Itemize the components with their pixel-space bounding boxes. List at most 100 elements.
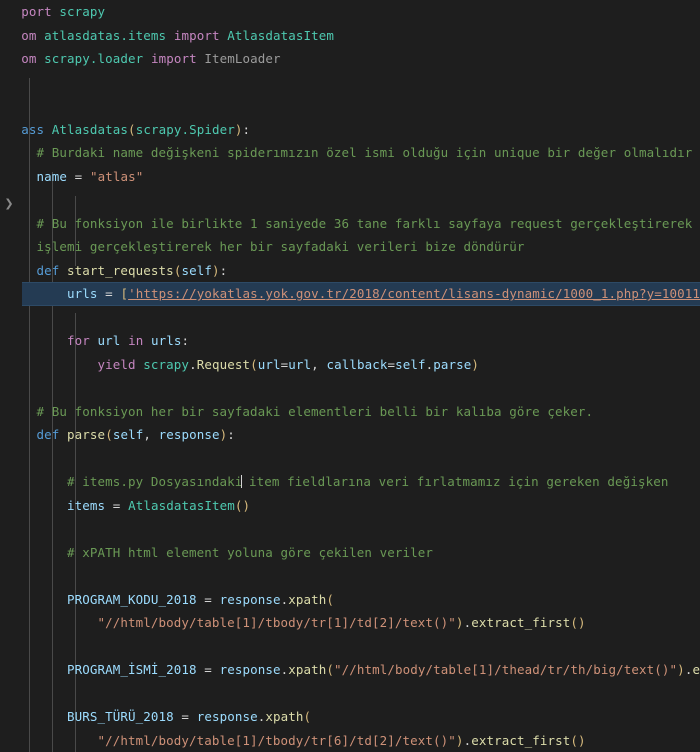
- code-line[interactable]: class Atlasdatas(scrapy.Spider):: [0, 118, 700, 142]
- code-line-blank[interactable]: [0, 635, 700, 659]
- token-paren: (: [105, 427, 113, 442]
- code-line[interactable]: name = "atlas": [0, 165, 700, 189]
- code-line[interactable]: PROGRAM_KODU_2018 = response.xpath(: [0, 588, 700, 612]
- token-string-url[interactable]: 'https://yokatlas.yok.gov.tr/2018/conten…: [128, 286, 700, 301]
- token-paren: ): [211, 262, 220, 278]
- code-line[interactable]: from atlasdatas.items import AtlasdatasI…: [0, 24, 700, 48]
- token-variable: response: [219, 662, 281, 677]
- token-method: xpath: [288, 591, 327, 607]
- code-line[interactable]: işlemi gerçekleştirerek her bir sayfadak…: [0, 235, 700, 259]
- code-line[interactable]: # items.py Dosyasındaki item fieldlarına…: [0, 470, 700, 494]
- token-variable: url: [97, 333, 121, 348]
- code-line[interactable]: "//html/body/table[1]/tbody/tr[1]/td[2]/…: [0, 611, 700, 635]
- token-keyword: def: [36, 262, 60, 278]
- token-module: scrapy: [143, 356, 190, 372]
- token-method: xpath: [265, 709, 304, 724]
- token-comment: # Bu fonksiyon her bir sayfadaki element…: [36, 403, 594, 419]
- code-line-active[interactable]: urls = ['https://yokatlas.yok.gov.tr/201…: [0, 282, 700, 306]
- token-operator: =: [204, 662, 212, 677]
- code-line[interactable]: import scrapy: [0, 0, 700, 24]
- token-class: AtlasdatasItem: [128, 497, 235, 513]
- token-param: self: [112, 427, 144, 442]
- token-operator: =: [387, 356, 396, 372]
- token-paren: (: [128, 121, 136, 137]
- token-module: scrapy.loader: [44, 51, 144, 66]
- token-keyword: import: [173, 27, 220, 43]
- token-comma: ,: [311, 356, 319, 372]
- code-line[interactable]: def start_requests(self):: [0, 259, 700, 283]
- code-line[interactable]: "//html/body/table[1]/tbody/tr[6]/td[2]/…: [0, 729, 700, 752]
- token-keyword: for: [67, 333, 90, 348]
- token-string: "atlas": [89, 168, 144, 184]
- token-param: self: [181, 262, 212, 278]
- token-class: AtlasdatasItem: [227, 27, 334, 43]
- code-line[interactable]: PROGRAM_İSMİ_2018 = response.xpath("//ht…: [0, 658, 700, 682]
- token-variable: name: [36, 168, 68, 184]
- token-variable: url: [288, 356, 312, 372]
- code-line-blank[interactable]: [0, 376, 700, 400]
- token-paren: ): [471, 356, 480, 372]
- token-paren: (): [570, 732, 586, 748]
- code-line[interactable]: yield scrapy.Request(url=url, callback=s…: [0, 353, 700, 377]
- token-variable: PROGRAM_KODU_2018: [67, 591, 197, 607]
- code-line-blank[interactable]: [0, 306, 700, 330]
- code-line-blank[interactable]: [0, 517, 700, 541]
- code-line-blank[interactable]: [0, 447, 700, 471]
- token-comment: item fieldlarına veri fırlatmamız için g…: [241, 474, 669, 489]
- code-line[interactable]: def parse(self, response):: [0, 423, 700, 447]
- token-base-class: scrapy.Spider: [135, 121, 235, 137]
- code-line[interactable]: for url in urls:: [0, 329, 700, 353]
- editor-gutter: [0, 0, 22, 752]
- token-module: atlasdatas.items: [44, 27, 167, 43]
- code-line[interactable]: from scrapy.loader import ItemLoader: [0, 47, 700, 71]
- token-kwarg: callback: [326, 356, 388, 372]
- token-paren: (: [250, 356, 258, 372]
- token-comment: işlemi gerçekleştirerek her bir sayfadak…: [36, 239, 525, 254]
- code-fold-chevron-icon[interactable]: ❯: [1, 194, 17, 213]
- token-xpath-string: "//html/body/table[1]/tbody/tr[1]/td[2]/…: [97, 615, 456, 630]
- token-keyword: import: [150, 51, 197, 66]
- token-operator: =: [105, 286, 113, 301]
- code-line-blank[interactable]: [0, 564, 700, 588]
- token-comma: ,: [143, 427, 151, 442]
- token-paren: ): [455, 732, 464, 748]
- token-comment: # items.py Dosyasındaki: [67, 474, 243, 489]
- token-keyword: yield: [97, 356, 136, 372]
- token-module: scrapy: [59, 4, 106, 19]
- token-xpath-string: "//html/body/table[1]/thead/tr/th/big/te…: [334, 662, 678, 677]
- code-line-blank[interactable]: [0, 71, 700, 95]
- token-paren: ): [677, 662, 685, 677]
- code-line-blank[interactable]: [0, 682, 700, 706]
- token-paren: (: [326, 591, 335, 607]
- token-class-unused: ItemLoader: [204, 51, 281, 66]
- code-line[interactable]: # Bu fonksiyon ile birlikte 1 saniyede 3…: [0, 212, 700, 236]
- token-variable: self: [395, 356, 426, 372]
- token-method: xpath: [288, 662, 327, 677]
- code-line[interactable]: # Burdaki name değişkeni spiderımızın öz…: [0, 141, 700, 165]
- token-function: parse: [67, 427, 106, 442]
- token-colon: :: [181, 333, 190, 348]
- token-paren: (: [326, 662, 335, 677]
- token-colon: :: [219, 262, 228, 278]
- token-paren: ): [455, 615, 464, 630]
- code-line[interactable]: items = AtlasdatasItem(): [0, 494, 700, 518]
- token-keyword: in: [128, 333, 144, 348]
- token-variable: PROGRAM_İSMİ_2018: [67, 662, 197, 677]
- code-editor[interactable]: ❯ import scrapy from atlasdatas.items im…: [0, 0, 700, 752]
- code-line-blank[interactable]: [0, 94, 700, 118]
- token-method: extract_first: [471, 615, 571, 630]
- token-function: Request: [196, 356, 251, 372]
- code-line[interactable]: # xPATH html element yoluna göre çekilen…: [0, 541, 700, 565]
- token-keyword: def: [36, 427, 60, 442]
- code-line[interactable]: # Bu fonksiyon her bir sayfadaki element…: [0, 400, 700, 424]
- token-xpath-string: "//html/body/table[1]/tbody/tr[6]/td[2]/…: [97, 732, 456, 748]
- code-content[interactable]: import scrapy from atlasdatas.items impo…: [0, 0, 700, 752]
- token-comment: # Burdaki name değişkeni spiderımızın öz…: [36, 145, 693, 160]
- token-paren: (: [303, 709, 312, 724]
- token-method: extract_first: [471, 732, 571, 748]
- token-bracket: [: [120, 286, 129, 301]
- code-line[interactable]: BURS_TÜRÜ_2018 = response.xpath(: [0, 705, 700, 729]
- token-variable: response: [219, 591, 281, 607]
- code-line-blank[interactable]: [0, 188, 700, 212]
- token-comment: # xPATH html element yoluna göre çekilen…: [67, 544, 434, 560]
